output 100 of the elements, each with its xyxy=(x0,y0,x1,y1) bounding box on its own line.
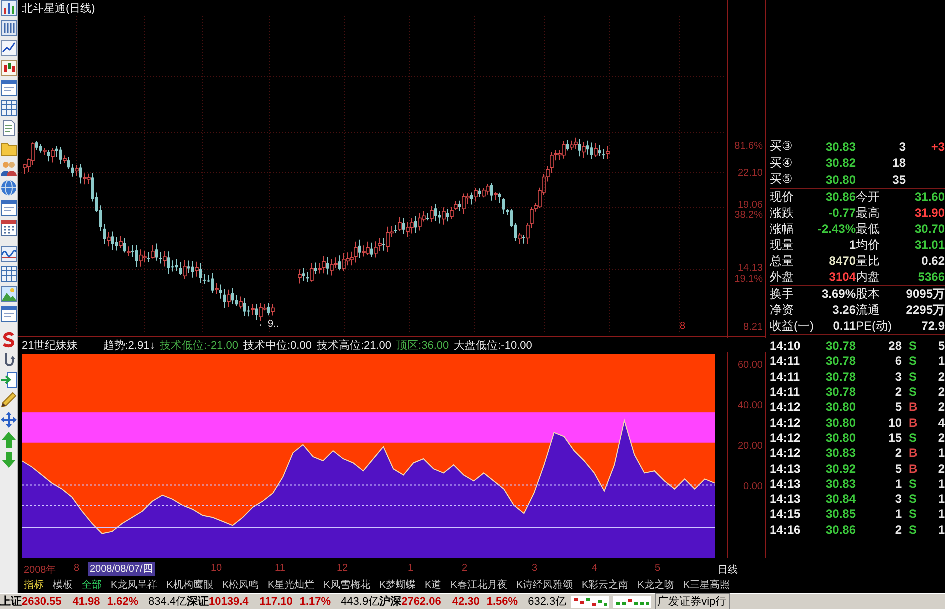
globe-icon[interactable] xyxy=(0,180,16,196)
trade-count: 2 xyxy=(937,370,945,384)
indicator-parameter: 大盘低位:-10.00 xyxy=(454,338,532,352)
quote-label: 外盘 xyxy=(770,268,795,286)
axis-tick-label: 40.00 xyxy=(738,400,763,412)
tab[interactable]: K机构鹰眼 xyxy=(166,578,214,592)
window-icon[interactable] xyxy=(0,80,16,96)
trade-volume: 1 xyxy=(894,507,902,522)
quote-label: 涨幅 xyxy=(770,220,795,238)
down-arrow-icon[interactable] xyxy=(0,452,16,468)
tab[interactable]: K星光灿烂 xyxy=(268,578,315,592)
trade-price: 30.80 xyxy=(824,416,856,430)
index-name: 上证 xyxy=(0,594,22,609)
quote-label: 流通 xyxy=(856,302,881,318)
trade-count: 4 xyxy=(937,416,945,430)
tab[interactable]: K诗经风雅颂 xyxy=(516,578,574,592)
quote-value: 8470 xyxy=(828,254,856,268)
quote-value: 1 xyxy=(848,238,856,252)
candlestick-icon[interactable] xyxy=(0,60,16,76)
trade-price: 30.84 xyxy=(824,492,856,506)
price-level-label: 19.1% xyxy=(734,274,763,285)
trade-volume: 10 xyxy=(888,416,902,430)
tab-bar-heading: 指标 xyxy=(24,578,44,592)
trade-time: 14:13 xyxy=(770,476,802,491)
trade-volume: 15 xyxy=(888,430,902,445)
calendar-icon[interactable] xyxy=(0,220,16,236)
trade-count: 1 xyxy=(937,446,945,460)
trade-count: 1 xyxy=(937,354,945,368)
tab[interactable]: K三星高照 xyxy=(683,578,730,592)
trade-price: 30.78 xyxy=(824,339,856,354)
document-icon[interactable] xyxy=(0,120,16,136)
trade-price: 30.85 xyxy=(824,507,856,522)
price-level-label: 19.06 xyxy=(738,200,763,211)
index-percent: 1.56% xyxy=(486,596,518,608)
bar-meter-icon[interactable] xyxy=(612,596,651,608)
tab[interactable]: K龙之吻 xyxy=(638,578,674,592)
quote-label: PE(动) xyxy=(856,318,893,334)
trade-time: 14:12 xyxy=(770,430,802,445)
table-icon[interactable] xyxy=(0,266,16,282)
trade-count: 2 xyxy=(937,385,945,400)
trade-price: 30.78 xyxy=(824,385,856,400)
trade-time: 14:16 xyxy=(770,522,802,537)
arrow-into-panel-icon[interactable] xyxy=(0,372,16,388)
axis-tick-label: 60.00 xyxy=(738,360,763,372)
tab[interactable]: 模板 xyxy=(53,578,73,592)
quote-label: 现价 xyxy=(770,188,795,206)
s-curve-icon[interactable] xyxy=(0,332,16,348)
trade-side: B xyxy=(908,400,919,414)
tab[interactable]: 全部 xyxy=(82,578,102,592)
quote-label: 今开 xyxy=(856,188,881,206)
indicator-parameter: 顶区:36.00 xyxy=(396,338,450,352)
quote-value: 30.86 xyxy=(824,190,856,204)
quote-value: 31.01 xyxy=(914,238,945,252)
index-value: 2630.55 xyxy=(22,596,62,608)
trade-price: 30.92 xyxy=(824,462,856,476)
line-chart-icon[interactable] xyxy=(0,40,16,56)
tab[interactable]: K道 xyxy=(425,578,442,592)
picture-icon[interactable] xyxy=(0,286,16,302)
axis-tick-label: 20.00 xyxy=(738,440,763,452)
quote-value: 31.60 xyxy=(914,190,945,204)
quote-label: 净资 xyxy=(770,302,795,318)
tab[interactable]: K龙凤呈祥 xyxy=(111,578,158,592)
trade-price: 30.78 xyxy=(824,370,856,384)
trade-volume: 6 xyxy=(894,354,902,368)
order-volume: 3 xyxy=(898,140,906,154)
window-icon[interactable] xyxy=(0,306,16,322)
trade-side: S xyxy=(908,370,918,384)
table-icon[interactable] xyxy=(0,100,16,116)
trade-volume: 2 xyxy=(894,446,902,460)
trade-count: 2 xyxy=(937,400,945,414)
pencil-icon[interactable] xyxy=(0,392,16,408)
trade-price: 30.86 xyxy=(824,522,856,537)
tab[interactable]: K彩云之南 xyxy=(582,578,629,592)
bar-chart-icon[interactable] xyxy=(0,0,16,16)
quote-label: 涨跌 xyxy=(770,204,795,222)
indicator-name: 21世纪妹妹 xyxy=(22,338,78,352)
tab[interactable]: K松风鸣 xyxy=(222,578,260,592)
bar-meter-icon[interactable] xyxy=(570,596,609,608)
folder-icon[interactable] xyxy=(0,140,16,156)
order-volume: 18 xyxy=(892,156,906,170)
trade-side: S xyxy=(908,339,918,354)
price-level-label: 38.2% xyxy=(734,210,763,221)
trade-count: 1 xyxy=(937,492,945,506)
index-turnover: 632.3亿 xyxy=(528,595,567,609)
move-icon[interactable] xyxy=(0,412,16,428)
index-name: 深证 xyxy=(187,595,210,609)
wave-chart-icon[interactable] xyxy=(0,246,16,262)
quote-value: 3.69% xyxy=(820,287,856,301)
quote-value: 72.9 xyxy=(920,319,945,333)
tab[interactable]: K梦蝴蝶 xyxy=(379,578,416,592)
columns-icon[interactable] xyxy=(0,20,16,36)
window-icon[interactable] xyxy=(0,200,16,216)
tab[interactable]: K风雪梅花 xyxy=(324,578,370,592)
index-value: 2762.06 xyxy=(402,596,442,608)
quote-value: 31.90 xyxy=(914,206,945,220)
up-arrow-icon[interactable] xyxy=(0,432,16,448)
trade-side: S xyxy=(908,430,918,445)
people-icon[interactable] xyxy=(0,160,16,176)
date-axis-label: 3 xyxy=(532,563,538,574)
tab[interactable]: K春江花月夜 xyxy=(450,578,508,592)
